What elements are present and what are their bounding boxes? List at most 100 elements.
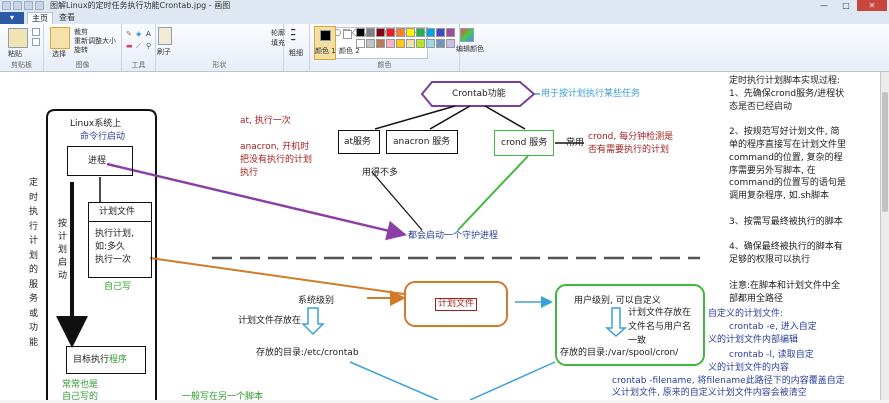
palette-swatch[interactable]	[416, 39, 425, 48]
command-start-label: 命令行启动	[80, 132, 126, 142]
crontab-func-label: Crontab功能	[452, 89, 506, 99]
anacron-desc-line2: 把没有执行的计划	[240, 155, 313, 165]
palette-swatch[interactable]	[356, 39, 365, 48]
vertical-left-char: 功	[29, 323, 39, 333]
edit-colors-button[interactable]: 编辑颜色	[456, 44, 484, 54]
colors-group-label: 颜色	[377, 61, 392, 69]
by-plan-start-char: 按	[58, 219, 68, 229]
right-note-line: 1、先确保crond服务/进程状	[729, 88, 845, 99]
palette-swatch[interactable]	[376, 28, 385, 37]
size-icon[interactable]: ━ ━ ━	[291, 27, 295, 44]
user-file-store-line2: 文件名与用户名	[628, 322, 692, 332]
custom-note-line: 义的计划文件内部编辑	[708, 335, 799, 345]
size-button[interactable]: 粗细	[289, 48, 303, 58]
select-icon[interactable]	[50, 27, 70, 49]
plan-file-box: 计划文件 执行计划, 如:多久 执行一次	[88, 202, 152, 278]
user-file-store-line3: 一致	[628, 336, 647, 346]
right-note-line: 注意:在脚本和计划文件中全	[729, 280, 841, 291]
palette-swatch[interactable]	[426, 39, 435, 48]
image-canvas[interactable]: Linux系统上 命令行启动 进程 计划文件 执行计划, 如:多久 执行一次 自…	[0, 72, 880, 402]
palette-swatch[interactable]	[386, 39, 395, 48]
save-quick-icon[interactable]	[13, 1, 22, 10]
rarely-used-label: 用得不多	[362, 168, 399, 178]
by-plan-start-char: 启	[58, 258, 68, 268]
tab-file[interactable]: ▾	[0, 12, 24, 24]
paste-icon[interactable]	[8, 28, 28, 48]
outline-button[interactable]: 轮廓	[271, 28, 285, 38]
palette-swatch[interactable]	[396, 28, 405, 37]
palette-swatch[interactable]	[436, 39, 445, 48]
brushes-icon[interactable]	[158, 27, 172, 45]
palette-swatch[interactable]	[406, 28, 415, 37]
palette-swatch[interactable]	[386, 28, 395, 37]
undo-quick-icon[interactable]	[24, 1, 33, 10]
stored-dir-etc-label: 存放的目录:/etc/crontab	[256, 348, 359, 358]
vertical-left-char: 或	[29, 308, 39, 319]
plan-file-line2: 如:多久	[95, 242, 126, 252]
palette-swatch[interactable]	[396, 39, 405, 48]
edit-colors-icon[interactable]	[460, 28, 474, 42]
group-tools: ✎ ◈ A ▬ ⟋ ⚲ 工具	[122, 24, 156, 71]
by-plan-start-char: 动	[58, 271, 68, 281]
fill-button[interactable]: 填充	[271, 38, 285, 48]
palette-swatch[interactable]	[366, 28, 375, 37]
tab-home[interactable]: 主页	[27, 12, 53, 24]
scroll-thumb[interactable]	[882, 92, 888, 212]
anacron-desc-line1: anacron, 开机时	[240, 142, 310, 152]
vertical-left-char: 能	[29, 337, 39, 348]
cut-icon[interactable]	[32, 28, 40, 36]
ribbon-tabs: ▾ 主页 查看	[0, 12, 889, 24]
palette-swatch[interactable]	[426, 28, 435, 37]
palette-swatch[interactable]	[366, 39, 375, 48]
program-text: 程序	[109, 355, 128, 365]
common-write-line1: 常常也是	[62, 380, 99, 390]
group-image: 选择 裁剪 重新调整大小 旋转 图像	[44, 24, 122, 71]
vertical-scrollbar[interactable]	[880, 72, 889, 400]
palette-swatch[interactable]	[406, 39, 415, 48]
palette-swatch[interactable]	[376, 39, 385, 48]
text-icon[interactable]: A	[146, 30, 151, 38]
right-note-line: 态是否已经启动	[729, 101, 793, 112]
palette-swatch[interactable]	[436, 28, 445, 37]
fill-icon[interactable]: ◈	[136, 30, 141, 38]
palette-swatch[interactable]	[446, 39, 455, 48]
eraser-icon[interactable]: ▬	[126, 42, 133, 50]
canvas-area[interactable]: Linux系统上 命令行启动 进程 计划文件 执行计划, 如:多久 执行一次 自…	[0, 72, 889, 402]
rotate-button[interactable]: 旋转	[74, 45, 88, 55]
right-note-line: 3、按需写最终被执行的脚本	[729, 216, 843, 227]
palette-swatch[interactable]	[416, 28, 425, 37]
magnifier-icon[interactable]: ⚲	[146, 42, 151, 50]
paste-button[interactable]: 粘贴	[8, 49, 22, 59]
color2-swatch[interactable]	[343, 30, 352, 39]
target-exec-label: 目标执行程序	[73, 355, 127, 366]
by-plan-start-char: 计	[58, 232, 68, 242]
crond-desc-line1: crond, 每分钟检测是	[588, 132, 674, 142]
color-picker-icon[interactable]: ⟋	[136, 42, 141, 51]
vertical-left-char: 计	[29, 236, 39, 246]
maximize-button[interactable]: □	[835, 0, 857, 11]
right-note-line: 定时执行计划脚本实现过程:	[729, 76, 841, 86]
select-button[interactable]: 选择	[52, 49, 66, 59]
vertical-left-char: 划	[29, 250, 39, 261]
palette-swatch[interactable]	[356, 28, 365, 37]
copy-icon[interactable]	[32, 38, 40, 46]
tab-view[interactable]: 查看	[55, 12, 79, 24]
common-use-label: 常用	[566, 138, 585, 148]
custom-note-line: crontab -filename, 将filename此路径下的内容覆盖自定	[612, 376, 845, 386]
palette-swatch[interactable]	[446, 28, 455, 37]
window-controls: — □ ✕	[813, 0, 887, 11]
common-write-line2: 自己写的	[62, 392, 99, 402]
process-box: 进程	[67, 146, 133, 176]
custom-note-line: crontab -l, 读取自定	[729, 350, 814, 360]
right-note-line: 部都用全路径	[729, 293, 784, 304]
plan-file-stored-in-label: 计划文件存放在	[238, 316, 302, 326]
close-button[interactable]: ✕	[857, 0, 887, 11]
brushes-button[interactable]: 刷子	[157, 47, 171, 57]
vertical-left-char: 时	[29, 192, 39, 203]
minimize-button[interactable]: —	[813, 0, 835, 11]
target-exec-text: 目标执行	[73, 355, 110, 365]
right-note-line: 序需要另外写脚本, 在	[729, 165, 816, 176]
pencil-icon[interactable]: ✎	[126, 30, 132, 38]
redo-quick-icon[interactable]	[35, 1, 44, 10]
by-plan-start-char: 划	[58, 245, 68, 255]
